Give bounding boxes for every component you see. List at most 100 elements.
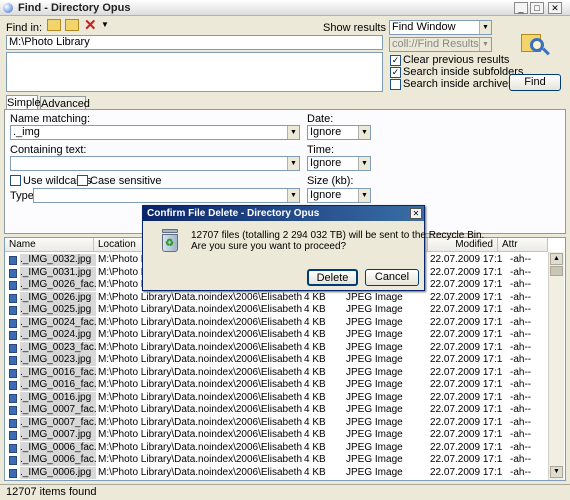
- table-row[interactable]: ._IMG_0016_fac... M:\Photo Library\Data.n…: [6, 379, 546, 392]
- clear-previous-checkbox[interactable]: ✓: [390, 55, 401, 66]
- scroll-up-icon[interactable]: ▲: [550, 253, 563, 265]
- file-icon: [9, 406, 17, 415]
- case-sensitive-label: Case sensitive: [90, 175, 162, 187]
- cell-modified: 22.07.2009 17:19: [430, 429, 502, 440]
- cell-size: 4 KB: [304, 379, 326, 390]
- table-row[interactable]: ._IMG_0016.jpg M:\Photo Library\Data.noin…: [6, 391, 546, 405]
- search-subfolders-checkbox[interactable]: ✓: [390, 67, 401, 78]
- new-folder-icon[interactable]: [65, 19, 79, 31]
- folder-icon[interactable]: [47, 19, 61, 31]
- table-row[interactable]: ._IMG_0006.jpg M:\Photo Library\Data.noin…: [6, 466, 546, 480]
- cell-location: M:\Photo Library\Data.noindex\2006\Elisa…: [98, 416, 304, 428]
- cell-location: M:\Photo Library\Data.noindex\2006\Elisa…: [98, 366, 304, 378]
- search-subfolders-label: Search inside subfolders: [403, 66, 524, 78]
- chevron-down-icon: ▼: [479, 21, 491, 34]
- cell-location: M:\Photo Library\Data.noindex\2006\Elisa…: [98, 291, 304, 303]
- table-row[interactable]: ._IMG_0016_fac... M:\Photo Library\Data.n…: [6, 366, 546, 380]
- find-in-list[interactable]: [6, 52, 383, 92]
- collection-select: coll://Find Results ▼: [389, 37, 492, 52]
- file-icon: [9, 256, 17, 265]
- search-archives-checkbox[interactable]: [390, 79, 401, 90]
- cell-location: M:\Photo Library\Data.noindex\2006\Elisa…: [98, 441, 304, 453]
- date-label: Date:: [307, 113, 334, 125]
- cell-attr: -ah--: [510, 454, 532, 465]
- file-icon: [9, 293, 17, 303]
- find-button[interactable]: Find: [509, 74, 561, 91]
- cell-name: ._IMG_0024_fac...: [20, 316, 96, 329]
- cell-location: M:\Photo Library\Data.noindex\2006\Elisa…: [98, 304, 304, 315]
- column-header-attr[interactable]: Attr: [498, 238, 548, 252]
- cell-name: ._IMG_0016_fac...: [20, 379, 96, 391]
- find-in-input[interactable]: M:\Photo Library: [6, 35, 383, 50]
- remove-icon[interactable]: ✕: [84, 16, 97, 34]
- minimize-button[interactable]: _: [514, 2, 528, 14]
- maximize-button[interactable]: □: [530, 2, 544, 14]
- cell-attr: -ah--: [510, 379, 532, 390]
- cell-modified: 22.07.2009 17:19: [430, 391, 502, 403]
- scroll-down-icon[interactable]: ▼: [550, 466, 563, 478]
- cell-attr: -ah--: [510, 341, 532, 353]
- cell-attr: -ah--: [510, 354, 532, 365]
- table-row[interactable]: ._IMG_0023.jpg M:\Photo Library\Data.noin…: [6, 354, 546, 367]
- type-select[interactable]: ▼: [33, 188, 300, 203]
- cell-name: ._IMG_0007_fac...: [20, 416, 96, 429]
- dialog-title: Confirm File Delete - Directory Opus: [143, 206, 424, 221]
- chevron-down-icon: ▼: [479, 38, 491, 51]
- cell-type: JPEG Image: [346, 441, 403, 453]
- size-select[interactable]: Ignore ▼: [307, 188, 371, 203]
- cell-size: 4 KB: [304, 441, 326, 453]
- cell-attr: -ah--: [510, 391, 532, 403]
- cell-modified: 22.07.2009 17:19: [430, 279, 502, 290]
- cell-name: ._IMG_0026_fac...: [20, 279, 96, 291]
- cell-modified: 22.07.2009 17:19: [430, 341, 502, 353]
- cancel-button[interactable]: Cancel: [365, 269, 419, 286]
- cell-name: ._IMG_0026.jpg: [20, 291, 96, 304]
- date-select[interactable]: Ignore ▼: [307, 125, 371, 140]
- cell-attr: -ah--: [510, 404, 532, 415]
- tab-simple[interactable]: Simple: [6, 95, 41, 110]
- dialog-close-icon[interactable]: ✕: [410, 208, 422, 219]
- cell-type: JPEG Image: [346, 429, 403, 440]
- cell-modified: 22.07.2009 17:19: [430, 266, 502, 278]
- table-row[interactable]: ._IMG_0007_fac... M:\Photo Library\Data.n…: [6, 416, 546, 430]
- table-row[interactable]: ._IMG_0023_fac... M:\Photo Library\Data.n…: [6, 341, 546, 355]
- vertical-scrollbar[interactable]: ▲ ▼: [548, 252, 564, 480]
- collection-value: coll://Find Results: [392, 38, 479, 50]
- cell-type: JPEG Image: [346, 466, 403, 478]
- table-row[interactable]: ._IMG_0007.jpg M:\Photo Library\Data.noin…: [6, 429, 546, 442]
- table-row[interactable]: ._IMG_0006_fac... M:\Photo Library\Data.n…: [6, 441, 546, 455]
- dropdown-arrow-icon[interactable]: ▼: [101, 20, 109, 29]
- name-matching-input[interactable]: ._img ▼: [10, 125, 300, 140]
- delete-button[interactable]: Delete: [307, 269, 358, 286]
- cell-name: ._IMG_0007.jpg: [20, 429, 96, 441]
- cell-type: JPEG Image: [346, 304, 403, 315]
- table-row[interactable]: ._IMG_0026.jpg M:\Photo Library\Data.noin…: [6, 291, 546, 305]
- file-icon: [9, 418, 17, 428]
- containing-text-input[interactable]: ▼: [10, 156, 300, 171]
- table-row[interactable]: ._IMG_0025.jpg M:\Photo Library\Data.noin…: [6, 304, 546, 317]
- cell-location: M:\Photo Library\Data.noindex\2006\Elisa…: [98, 379, 304, 390]
- cell-type: JPEG Image: [346, 404, 403, 415]
- time-select[interactable]: Ignore ▼: [307, 156, 371, 171]
- table-row[interactable]: ._IMG_0024.jpg M:\Photo Library\Data.noin…: [6, 329, 546, 342]
- clear-previous-label: Clear previous results: [403, 54, 510, 66]
- cell-location: M:\Photo Library\Data.noindex\2006\Elisa…: [98, 354, 304, 365]
- window-title: Find - Directory Opus: [0, 0, 570, 16]
- cell-modified: 22.07.2009 17:19: [430, 466, 502, 478]
- time-label: Time:: [307, 144, 335, 156]
- use-wildcards-checkbox[interactable]: [10, 175, 21, 186]
- close-button[interactable]: ✕: [548, 2, 562, 14]
- file-icon: [9, 431, 17, 440]
- table-row[interactable]: ._IMG_0006_fac... M:\Photo Library\Data.n…: [6, 454, 546, 467]
- column-header-name[interactable]: Name: [5, 238, 94, 252]
- chevron-down-icon: ▼: [287, 189, 299, 202]
- scroll-thumb[interactable]: [550, 266, 563, 276]
- case-sensitive-checkbox[interactable]: [77, 175, 88, 186]
- table-row[interactable]: ._IMG_0024_fac... M:\Photo Library\Data.n…: [6, 316, 546, 330]
- cell-modified: 22.07.2009 17:19: [430, 366, 502, 378]
- cell-name: ._IMG_0023.jpg: [20, 354, 96, 366]
- show-results-select[interactable]: Find Window ▼: [389, 20, 492, 35]
- cell-name: ._IMG_0016.jpg: [20, 391, 96, 404]
- table-row[interactable]: ._IMG_0007_fac... M:\Photo Library\Data.n…: [6, 404, 546, 417]
- cell-attr: -ah--: [510, 441, 532, 453]
